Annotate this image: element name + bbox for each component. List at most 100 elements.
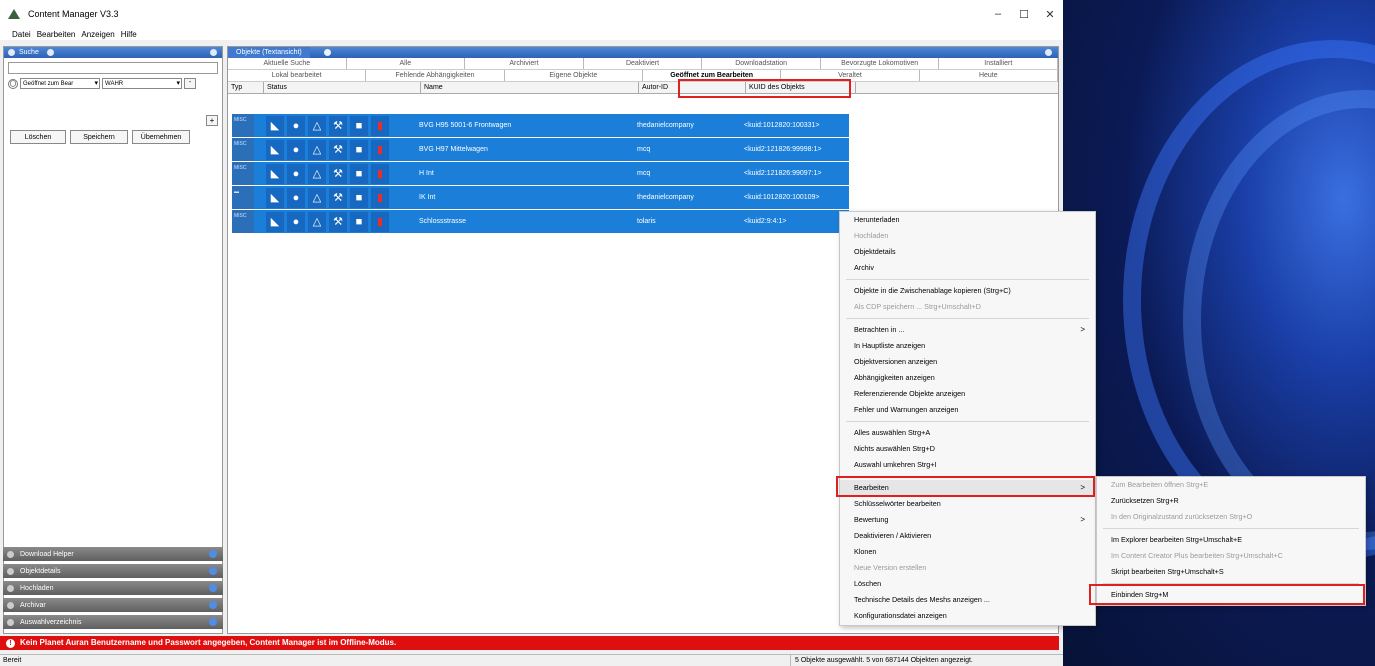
close-button[interactable]: ✕	[1037, 0, 1063, 28]
menu-nichts-auswaehlen[interactable]: Nichts auswählen Strg+D	[840, 441, 1095, 457]
menu-herunterladen[interactable]: Herunterladen	[840, 212, 1095, 228]
col-typ[interactable]: Typ	[228, 82, 264, 93]
tab-bevorzugte-lokomotiven[interactable]: Bevorzugte Lokomotiven	[821, 58, 940, 69]
dock-hochladen[interactable]: Hochladen	[3, 581, 223, 595]
context-menu: Herunterladen Hochladen Objektdetails Ar…	[839, 211, 1096, 626]
delete-search-button[interactable]: Löschen	[10, 130, 66, 144]
submenu-skript-bearbeiten[interactable]: Skript bearbeiten Strg+Umschalt+S	[1097, 564, 1365, 580]
dock-auswahlverzeichnis[interactable]: Auswahlverzeichnis	[3, 615, 223, 629]
menu-datei[interactable]: Datei	[12, 30, 31, 39]
menu-hochladen[interactable]: Hochladen	[840, 228, 1095, 244]
status-icons: ◣ ● △ ⚒ ■ ▮	[254, 186, 414, 209]
collapse-icon[interactable]	[8, 49, 15, 56]
menu-separator	[846, 318, 1089, 319]
options-icon[interactable]	[46, 49, 54, 56]
menu-fehler-warnungen[interactable]: Fehler und Warnungen anzeigen	[840, 402, 1095, 418]
col-name[interactable]: Name	[421, 82, 639, 93]
expand-icon[interactable]	[209, 584, 217, 592]
bearbeiten-highlight	[836, 476, 1095, 497]
table-row[interactable]: ▬ ◣ ● △ ⚒ ■ ▮ IK Int thedanielcompany <kuid:1…	[232, 186, 849, 209]
tab-installiert[interactable]: Installiert	[939, 58, 1059, 69]
minimize-button[interactable]: –	[985, 0, 1011, 28]
add-filter-button[interactable]: +	[206, 115, 218, 126]
tab-archiviert[interactable]: Archiviert	[465, 58, 584, 69]
tab-eigene-objekte[interactable]: Eigene Objekte	[505, 70, 643, 81]
table-row[interactable]: MISC ◣ ● △ ⚒ ■ ▮ H Int mcq <kuid2:121826:9909…	[232, 162, 849, 185]
save-search-button[interactable]: Speichern	[70, 130, 128, 144]
status-icons: ◣ ● △ ⚒ ■ ▮	[254, 114, 414, 137]
menu-bearbeiten[interactable]: Bearbeiten	[37, 30, 76, 39]
menu-hilfe[interactable]: Hilfe	[121, 30, 137, 39]
search-panel-header[interactable]: Suche	[4, 47, 222, 58]
menu-separator	[846, 279, 1089, 280]
list-options-icon[interactable]	[323, 49, 331, 56]
submenu-zum-bearbeiten-oeffnen[interactable]: Zum Bearbeiten öffnen Strg+E	[1097, 477, 1365, 493]
tools-icon: ⚒	[329, 187, 347, 208]
list-panel-header: Objekte (Textansicht)	[228, 47, 1058, 58]
menu-alles-auswaehlen[interactable]: Alles auswählen Strg+A	[840, 425, 1095, 441]
tab-downloadstation[interactable]: Downloadstation	[702, 58, 821, 69]
table-row[interactable]: MISC ◣ ● △ ⚒ ■ ▮ Schlossstrasse tolaris <kuid…	[232, 210, 849, 233]
menu-save-cdp[interactable]: Als CDP speichern ... Strg+Umschalt+D	[840, 299, 1095, 315]
dock-archivar[interactable]: Archivar	[3, 598, 223, 612]
expand-icon[interactable]	[209, 550, 217, 558]
tab-deaktiviert[interactable]: Deaktiviert	[584, 58, 703, 69]
menu-archiv[interactable]: Archiv	[840, 260, 1095, 276]
menu-abhaengigkeiten[interactable]: Abhängigkeiten anzeigen	[840, 370, 1095, 386]
status-icons: ◣ ● △ ⚒ ■ ▮	[254, 138, 414, 161]
col-status[interactable]: Status	[264, 82, 421, 93]
menu-bewertung[interactable]: Bewertung >	[840, 512, 1095, 528]
menu-klonen[interactable]: Klonen	[840, 544, 1095, 560]
submenu-arrow-icon: >	[1080, 515, 1085, 524]
tab-alle[interactable]: Alle	[347, 58, 466, 69]
tools-icon: ⚒	[329, 163, 347, 184]
help-icon[interactable]	[1045, 49, 1052, 56]
table-row[interactable]: MISC ◣ ● △ ⚒ ■ ▮ BVG H97 Mittelwagen mcq <kui…	[232, 138, 849, 161]
table-row[interactable]: MISC ◣ ● △ ⚒ ■ ▮ BVG H95 5001-6 Frontwagen th…	[232, 114, 849, 137]
tab-fehlende-abhaengigkeiten[interactable]: Fehlende Abhängigkeiten	[366, 70, 505, 81]
vehicle-type-icon: ▬	[232, 186, 254, 209]
submenu-originalzustand[interactable]: In den Originalzustand zurücksetzen Strg…	[1097, 509, 1365, 525]
expand-icon[interactable]	[209, 601, 217, 609]
list-panel-title[interactable]: Objekte (Textansicht)	[228, 47, 310, 58]
row-kuid: <kuid2:121826:99097:1>	[744, 170, 822, 177]
menu-anzeigen[interactable]: Anzeigen	[81, 30, 114, 39]
dock-download-helper[interactable]: Download Helper	[3, 547, 223, 561]
tab-aktuelle-suche[interactable]: Aktuelle Suche	[228, 58, 347, 69]
filter-field-select[interactable]: Geöffnet zum Bear	[20, 78, 100, 89]
menu-deaktivieren[interactable]: Deaktivieren / Aktivieren	[840, 528, 1095, 544]
apply-search-button[interactable]: Übernehmen	[132, 130, 190, 144]
row-kuid: <kuid:1012820:100109>	[744, 194, 820, 201]
expand-icon[interactable]	[209, 618, 217, 626]
installed-icon: ◣	[266, 139, 284, 160]
remove-filter-button[interactable]: -	[184, 78, 196, 89]
menu-loeschen[interactable]: Löschen	[840, 576, 1095, 592]
tab-lokal-bearbeitet[interactable]: Lokal bearbeitet	[228, 70, 367, 81]
menu-konfigurationsdatei[interactable]: Konfigurationsdatei anzeigen	[840, 608, 1095, 624]
search-input[interactable]	[8, 62, 218, 74]
row-author: mcq	[637, 170, 651, 177]
offline-warning-bar: ! Kein Planet Auran Benutzername und Pas…	[0, 636, 1059, 650]
maximize-button[interactable]: ☐	[1011, 0, 1037, 28]
submenu-content-creator[interactable]: Im Content Creator Plus bearbeiten Strg+…	[1097, 548, 1365, 564]
panel-menu-icon[interactable]	[210, 49, 217, 56]
menu-betrachten-in[interactable]: Betrachten in ... >	[840, 322, 1095, 338]
menu-copy-clipboard[interactable]: Objekte in die Zwischenablage kopieren (…	[840, 283, 1095, 299]
menu-schluesselwoerter[interactable]: Schlüsselwörter bearbeiten	[840, 496, 1095, 512]
menu-neue-version[interactable]: Neue Version erstellen	[840, 560, 1095, 576]
disc-icon: ●	[287, 187, 305, 208]
tab-heute[interactable]: Heute	[920, 70, 1058, 81]
expand-icon[interactable]	[209, 567, 217, 575]
dock-objektdetails[interactable]: Objektdetails	[3, 564, 223, 578]
submenu-explorer-bearbeiten[interactable]: Im Explorer bearbeiten Strg+Umschalt+E	[1097, 532, 1365, 548]
menu-in-hauptliste[interactable]: In Hauptliste anzeigen	[840, 338, 1095, 354]
menu-objektversionen[interactable]: Objektversionen anzeigen	[840, 354, 1095, 370]
submenu-zuruecksetzen[interactable]: Zurücksetzen Strg+R	[1097, 493, 1365, 509]
filter-toggle-icon[interactable]: ◯	[8, 78, 18, 89]
menu-auswahl-umkehren[interactable]: Auswahl umkehren Strg+I	[840, 457, 1095, 473]
menu-bar: Datei Bearbeiten Anzeigen Hilfe	[0, 28, 1063, 40]
filter-value-select[interactable]: WAHR	[102, 78, 182, 89]
menu-referenzierende[interactable]: Referenzierende Objekte anzeigen	[840, 386, 1095, 402]
menu-objektdetails[interactable]: Objektdetails	[840, 244, 1095, 260]
menu-mesh-details[interactable]: Technische Details des Meshs anzeigen ..…	[840, 592, 1095, 608]
